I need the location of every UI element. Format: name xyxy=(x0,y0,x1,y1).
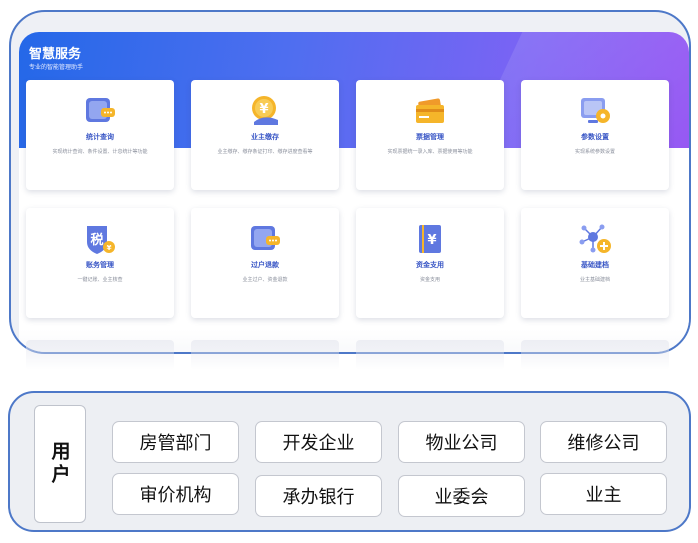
service-card-title: 基础建档 xyxy=(581,261,609,269)
user-chip: 房管部门 xyxy=(112,421,239,463)
ghost-tile xyxy=(356,340,504,370)
users-panel: 用户 房管部门 开发企业 物业公司 维修公司 审价机构 承办银行 业委会 业主 xyxy=(8,391,691,532)
svg-text:¥: ¥ xyxy=(259,102,268,117)
service-card-title: 过户退款 xyxy=(251,261,279,269)
service-card-desc: 业主过户、资金退款 xyxy=(242,277,288,283)
user-chip: 业委会 xyxy=(398,475,525,517)
svg-text:¥: ¥ xyxy=(427,233,436,248)
page-subtitle: 专业的智能管理助手 xyxy=(29,64,84,71)
users-label-box: 用户 xyxy=(34,405,86,523)
service-card-desc: 一键记账、业主核查 xyxy=(77,277,123,283)
ghost-tile xyxy=(191,340,339,370)
service-card-desc: 业主基础建档 xyxy=(579,277,610,283)
users-label: 用户 xyxy=(48,441,71,487)
user-chip: 承办银行 xyxy=(255,475,382,517)
user-chip: 维修公司 xyxy=(540,421,667,463)
network-add-icon xyxy=(579,224,611,253)
refund-card-icon xyxy=(251,226,280,250)
service-card-title: 参数设置 xyxy=(581,133,609,141)
page-title: 智慧服务 xyxy=(29,47,82,62)
settings-icon xyxy=(581,98,610,123)
svg-text:税: 税 xyxy=(90,232,103,248)
service-card-settings[interactable]: 参数设置 实现系统参数设置 xyxy=(521,80,669,190)
ticket-icon xyxy=(416,98,444,123)
service-card-transfer-refund[interactable]: 过户退款 业主过户、资金退款 xyxy=(191,208,339,318)
service-card-title: 统计查询 xyxy=(86,133,114,141)
ghost-tile xyxy=(26,340,174,370)
ghost-tile xyxy=(521,340,669,370)
service-card-desc: 业主缴存、缴存条证打印、缴存进度查看等 xyxy=(217,149,313,155)
stats-icon xyxy=(86,98,115,122)
svg-text:¥: ¥ xyxy=(107,244,112,252)
service-card-desc: 资金支用 xyxy=(419,277,440,283)
service-card-title: 业主缴存 xyxy=(251,133,279,141)
user-chip: 业主 xyxy=(540,473,667,515)
yuan-coin-icon: ¥ xyxy=(252,96,278,125)
user-chip: 审价机构 xyxy=(112,473,239,515)
ledger-yuan-icon: ¥ xyxy=(419,225,441,253)
service-card-title: 资金支用 xyxy=(416,261,444,269)
service-card-fund-use[interactable]: ¥ 资金支用 资金支用 xyxy=(356,208,504,318)
service-card-owner-deposit[interactable]: ¥ 业主缴存 业主缴存、缴存条证打印、缴存进度查看等 xyxy=(191,80,339,190)
service-card-title: 账务管理 xyxy=(86,261,114,269)
user-chip: 物业公司 xyxy=(398,421,525,463)
tax-shield-icon: 税 ¥ xyxy=(87,226,115,254)
service-card-stats[interactable]: 统计查询 实现统计查询、条件设置、计息统计等功能 xyxy=(26,80,174,190)
service-card-basic-archive[interactable]: 基础建档 业主基础建档 xyxy=(521,208,669,318)
service-card-desc: 实现系统参数设置 xyxy=(574,149,615,155)
service-card-accounting[interactable]: 税 ¥ 账务管理 一键记账、业主核查 xyxy=(26,208,174,318)
service-card-desc: 实现统计查询、条件设置、计息统计等功能 xyxy=(52,149,148,155)
service-card-ticket[interactable]: 票据管理 实现票据统一录入库、票据使用等功能 xyxy=(356,80,504,190)
service-card-desc: 实现票据统一录入库、票据使用等功能 xyxy=(387,149,473,155)
user-chip: 开发企业 xyxy=(255,421,382,463)
service-card-title: 票据管理 xyxy=(416,133,444,141)
